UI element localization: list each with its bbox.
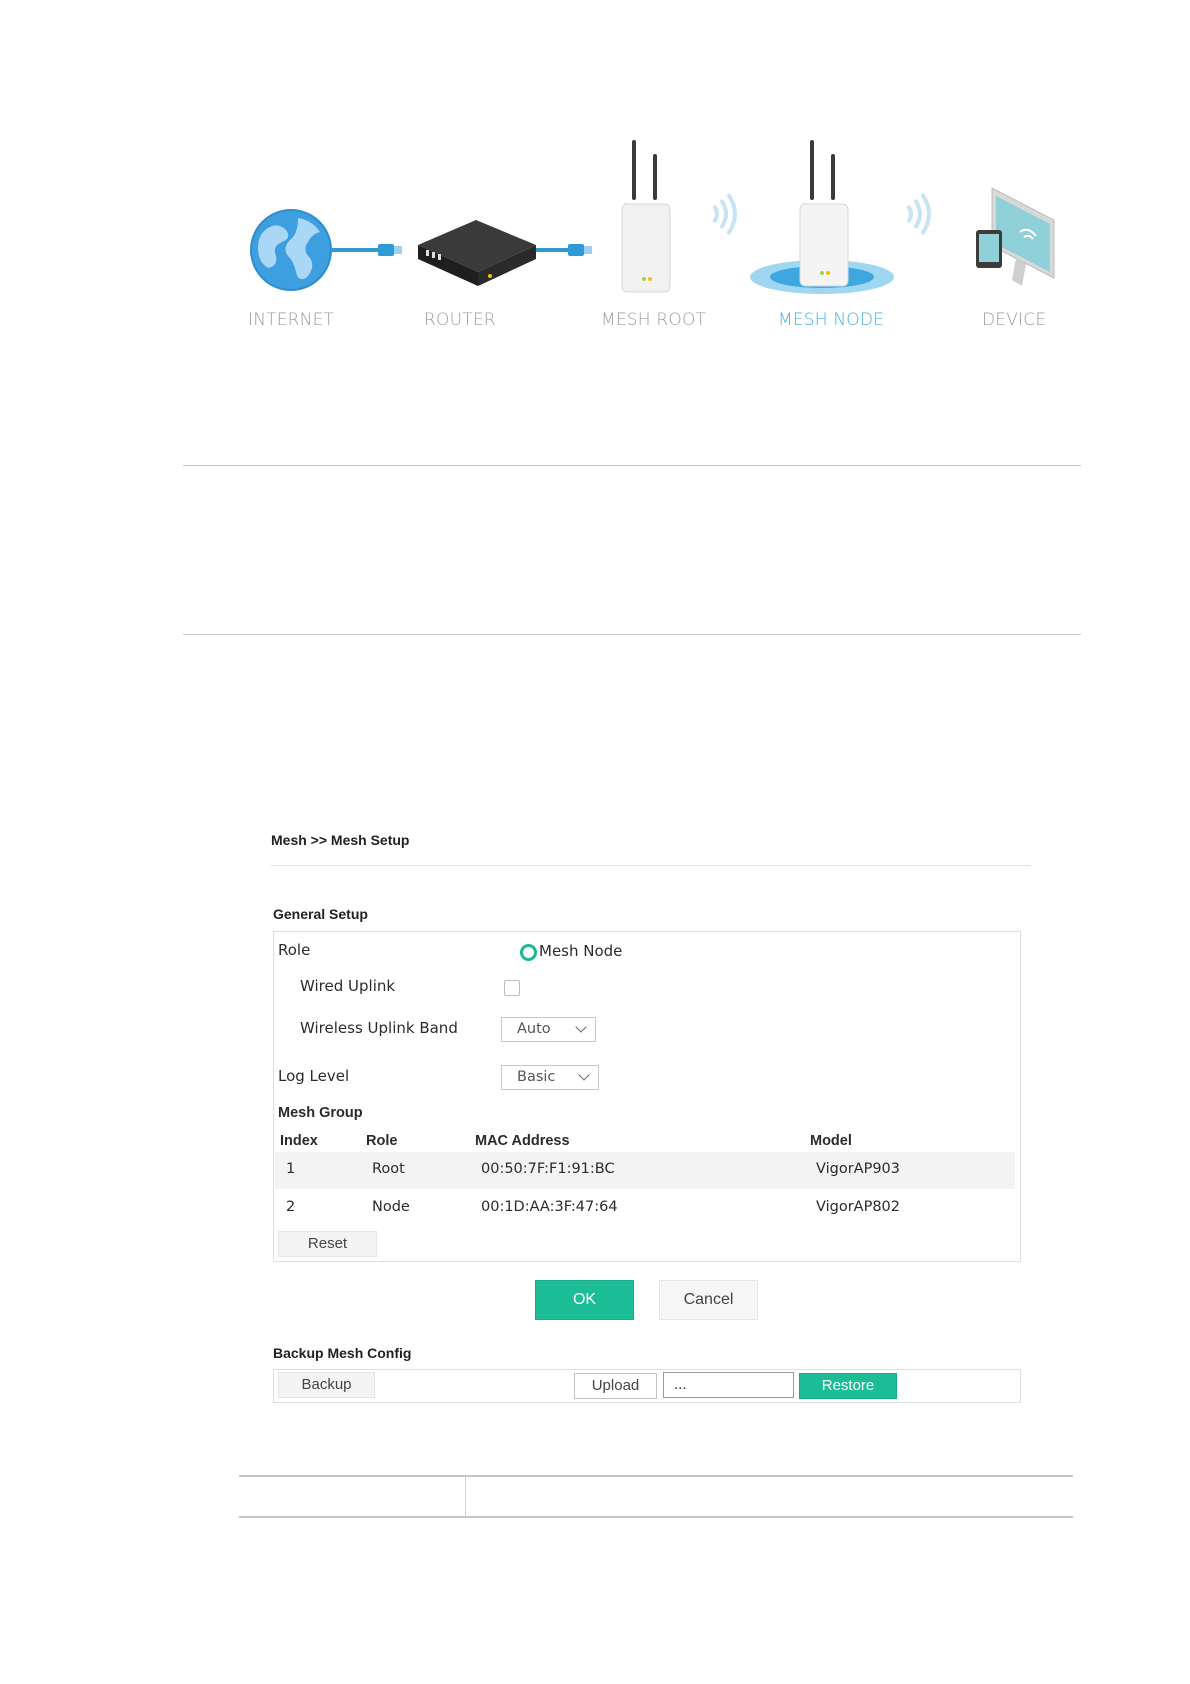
cable-icon: [331, 244, 402, 256]
wifi-signal-icon: [906, 192, 931, 236]
mesh-node-label: MESH NODE: [778, 310, 885, 330]
internet-globe-icon: [250, 209, 332, 291]
breadcrumb-divider: [271, 865, 1031, 866]
mesh-topology-diagram: INTERNET ROUTER MESH ROOT MESH NODE DEVI…: [240, 140, 1070, 340]
row-index: 2: [286, 1199, 296, 1215]
mesh-root-label: MESH ROOT: [601, 310, 707, 330]
breadcrumb: Mesh >> Mesh Setup: [271, 832, 410, 848]
row-mac: 00:1D:AA:3F:47:64: [481, 1199, 618, 1215]
description-table: [239, 1475, 1073, 1518]
cable-icon: [536, 244, 592, 256]
row-mac: 00:50:7F:F1:91:BC: [481, 1161, 615, 1177]
wireless-uplink-band-select[interactable]: Auto: [501, 1017, 596, 1042]
role-value-label: Mesh Node: [539, 942, 623, 960]
divider: [183, 465, 1081, 466]
log-level-value: Basic: [517, 1069, 556, 1085]
device-icon: [976, 187, 1055, 286]
column-header-role: Role: [366, 1133, 398, 1149]
column-divider: [465, 1477, 466, 1516]
router-label: ROUTER: [424, 310, 496, 330]
column-header-model: Model: [810, 1133, 852, 1149]
log-level-label: Log Level: [278, 1067, 350, 1085]
reset-button[interactable]: Reset: [278, 1231, 377, 1257]
row-index: 1: [286, 1161, 296, 1177]
mesh-root-ap-icon: [621, 140, 671, 293]
backup-button[interactable]: Backup: [278, 1372, 375, 1398]
backup-mesh-config-title: Backup Mesh Config: [273, 1345, 412, 1361]
upload-button[interactable]: Upload: [574, 1373, 657, 1399]
wired-uplink-label: Wired Uplink: [300, 977, 396, 995]
column-header-mac: MAC Address: [475, 1133, 570, 1149]
restore-button[interactable]: Restore: [799, 1373, 897, 1399]
row-role: Node: [372, 1199, 410, 1215]
wifi-signal-icon: [712, 192, 737, 236]
wireless-uplink-band-label: Wireless Uplink Band: [300, 1019, 458, 1037]
wired-uplink-checkbox[interactable]: [504, 980, 520, 996]
row-role: Root: [372, 1161, 405, 1177]
topology-illustration: [250, 140, 1055, 294]
row-model: VigorAP802: [816, 1199, 901, 1215]
chevron-down-icon: [575, 1021, 587, 1033]
row-model: VigorAP903: [816, 1161, 901, 1177]
divider: [183, 634, 1081, 635]
chevron-down-icon: [578, 1069, 590, 1081]
column-header-index: Index: [280, 1133, 318, 1149]
mesh-node-ap-icon: [750, 140, 894, 294]
file-path-field[interactable]: ...: [663, 1372, 794, 1398]
general-setup-title: General Setup: [273, 906, 368, 922]
role-label: Role: [278, 941, 311, 959]
cancel-button[interactable]: Cancel: [659, 1280, 758, 1320]
role-mesh-node-radio[interactable]: [520, 944, 537, 961]
internet-label: INTERNET: [248, 310, 335, 330]
log-level-select[interactable]: Basic: [501, 1065, 599, 1090]
wireless-uplink-band-value: Auto: [517, 1021, 551, 1037]
ok-button[interactable]: OK: [535, 1280, 634, 1320]
router-icon: [418, 220, 536, 286]
device-label: DEVICE: [982, 310, 1047, 330]
mesh-group-title: Mesh Group: [278, 1105, 363, 1121]
